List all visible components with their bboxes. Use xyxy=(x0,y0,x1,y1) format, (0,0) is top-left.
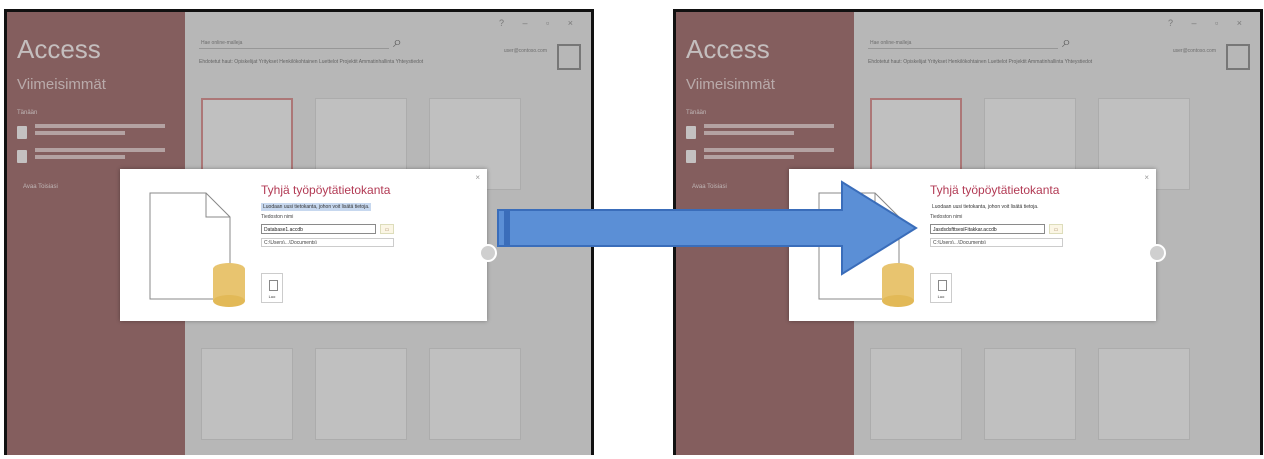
document-database-icon xyxy=(149,192,245,307)
folder-icon[interactable]: ▭ xyxy=(1049,224,1063,234)
create-button[interactable]: Luo xyxy=(930,273,952,303)
file-name-label: Tiedoston nimi xyxy=(261,214,294,220)
new-database-dialog: × Tyhjä työpöytätietokanta Luodaan uusi … xyxy=(789,169,1156,321)
dialog-title: Tyhjä työpöytätietokanta xyxy=(261,183,391,197)
dialog-description: Luodaan uusi tietokanta, johon voit lisä… xyxy=(261,203,372,211)
screenshot-after: Access Viimeisimmät Tänään Avaa Toisiasi… xyxy=(673,9,1263,455)
file-name-input[interactable]: JasdsdsfttsesiFitakkar.accdb xyxy=(930,224,1045,234)
screenshot-before: Access Viimeisimmät Tänään Avaa Toisiasi… xyxy=(4,9,594,455)
document-icon xyxy=(269,280,278,291)
file-path: C:\Users\...\Documents\ xyxy=(261,238,394,247)
new-database-dialog: × Tyhjä työpöytätietokanta Luodaan uusi … xyxy=(120,169,487,321)
file-path: C:\Users\...\Documents\ xyxy=(930,238,1063,247)
file-name-label: Tiedoston nimi xyxy=(930,214,963,220)
folder-icon[interactable]: ▭ xyxy=(380,224,394,234)
create-button[interactable]: Luo xyxy=(261,273,283,303)
dialog-description: Luodaan uusi tietokanta, johon voit lisä… xyxy=(932,204,1039,210)
file-name-input[interactable]: Database1.accdb xyxy=(261,224,376,234)
carousel-next-icon[interactable] xyxy=(1148,244,1166,262)
close-icon[interactable]: × xyxy=(475,173,480,182)
document-database-icon xyxy=(818,192,914,307)
dialog-title: Tyhjä työpöytätietokanta xyxy=(930,183,1060,197)
document-icon xyxy=(938,280,947,291)
create-label: Luo xyxy=(268,294,276,299)
close-icon[interactable]: × xyxy=(1144,173,1149,182)
create-label: Luo xyxy=(937,294,945,299)
carousel-next-icon[interactable] xyxy=(479,244,497,262)
